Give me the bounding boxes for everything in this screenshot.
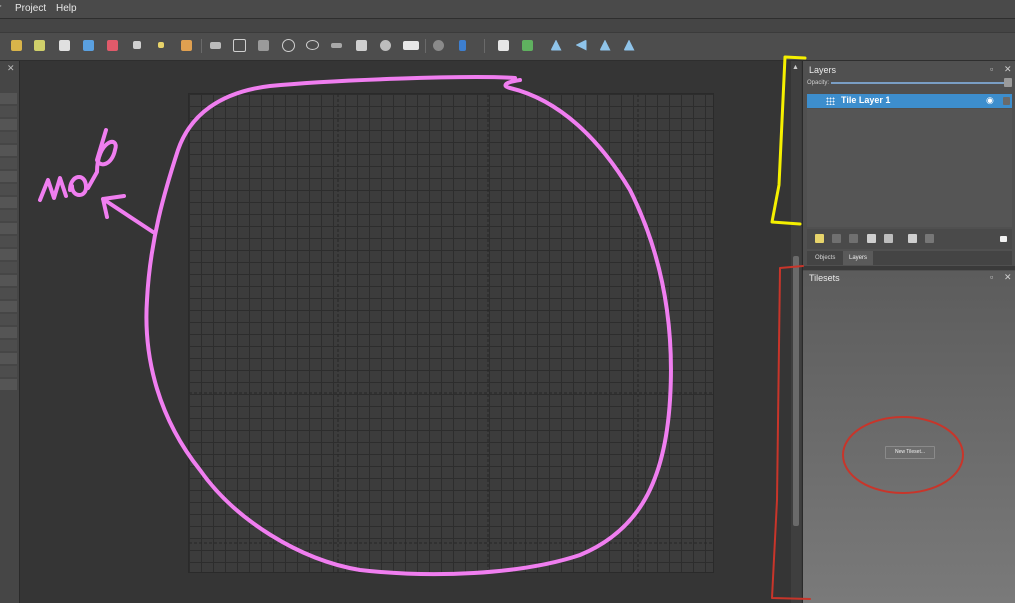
dock-splitter[interactable]: [803, 266, 1015, 270]
flip-vertical-icon[interactable]: [574, 38, 588, 52]
rect-select-icon[interactable]: [130, 38, 144, 52]
duplicate-layer-icon[interactable]: [867, 234, 876, 243]
tab-layers[interactable]: Layers: [843, 251, 874, 265]
layer-menu-icon[interactable]: [1000, 236, 1007, 242]
chunk-boundaries: [189, 94, 713, 572]
list-item[interactable]: [0, 262, 17, 273]
insert-shape-icon[interactable]: [256, 38, 270, 52]
raise-layer-icon[interactable]: [832, 234, 841, 243]
opacity-label: Opacity:: [807, 80, 830, 86]
toolbar-separator: [484, 39, 485, 53]
float-icon[interactable]: ▫: [990, 272, 993, 282]
list-item[interactable]: [0, 314, 17, 325]
lock-layer-icon[interactable]: [925, 234, 934, 243]
list-item[interactable]: [0, 119, 17, 130]
rotate-right-icon[interactable]: [622, 38, 636, 52]
wang-icon[interactable]: [520, 38, 534, 52]
list-item[interactable]: [0, 158, 17, 169]
list-item[interactable]: [0, 106, 17, 117]
new-tileset-button[interactable]: New Tileset...: [885, 446, 935, 459]
remove-layer-icon[interactable]: [884, 234, 893, 243]
list-item[interactable]: [0, 132, 17, 143]
menu-bar: r Project Help: [0, 0, 1015, 19]
list-item[interactable]: [0, 184, 17, 195]
list-item[interactable]: [0, 340, 17, 351]
lower-layer-icon[interactable]: [849, 234, 858, 243]
layers-list-empty-area: [807, 109, 1012, 227]
map-grid[interactable]: [188, 93, 714, 573]
stamp-brush-icon[interactable]: [9, 38, 23, 52]
random-mode-icon[interactable]: [496, 38, 510, 52]
list-item[interactable]: [0, 223, 17, 234]
close-icon[interactable]: ✕: [1004, 64, 1012, 75]
list-item[interactable]: [0, 366, 17, 377]
menu-partial[interactable]: r: [0, 3, 1, 14]
map-vertical-scrollbar[interactable]: ▲: [791, 61, 801, 603]
right-dock: Layers ▫ ✕ Opacity: Tile Layer 1 ◉ Objec…: [802, 61, 1015, 603]
insert-rectangle-icon[interactable]: [208, 38, 222, 52]
scrollbar-thumb[interactable]: [793, 256, 799, 526]
insert-polygon-icon[interactable]: [232, 38, 246, 52]
flip-horizontal-icon[interactable]: [549, 38, 563, 52]
tool-toolbar: [0, 33, 1015, 61]
insert-tile-icon[interactable]: [354, 38, 368, 52]
rotate-left-icon[interactable]: [598, 38, 612, 52]
menu-help[interactable]: Help: [56, 3, 77, 14]
menu-project[interactable]: Project: [15, 3, 46, 14]
toolbar-strip: [0, 19, 1015, 32]
dock-tabs: Objects Layers: [807, 251, 1012, 265]
scroll-up-icon[interactable]: ▲: [792, 64, 799, 71]
layers-panel-title: Layers: [809, 65, 837, 75]
list-item[interactable]: [0, 353, 17, 364]
tile-layer-icon: [826, 97, 835, 105]
list-item[interactable]: [0, 210, 17, 221]
insert-template-icon[interactable]: [378, 38, 392, 52]
insert-point-icon[interactable]: [281, 38, 295, 52]
toolbar-separator: [425, 39, 426, 53]
close-icon[interactable]: ✕: [1004, 272, 1012, 283]
close-icon[interactable]: ✕: [7, 63, 15, 74]
insert-ellipse-icon[interactable]: [305, 38, 319, 52]
list-item[interactable]: [0, 288, 17, 299]
layer-tools-bar: [807, 229, 1012, 249]
float-icon[interactable]: ▫: [990, 64, 993, 74]
visibility-eye-icon[interactable]: ◉: [986, 95, 994, 106]
magic-wand-icon[interactable]: [154, 38, 168, 52]
layer-name: Tile Layer 1: [841, 95, 891, 105]
tilesets-panel-body: [803, 271, 1015, 603]
list-item[interactable]: [0, 301, 17, 312]
list-item[interactable]: [0, 236, 17, 247]
tilesets-panel-title: Tilesets: [809, 273, 840, 283]
insert-polyline-icon[interactable]: [329, 38, 343, 52]
lock-icon[interactable]: [1003, 97, 1010, 105]
list-item[interactable]: [0, 249, 17, 260]
list-item[interactable]: [0, 327, 17, 338]
list-item[interactable]: [0, 275, 17, 286]
insert-text-icon[interactable]: [402, 38, 420, 52]
toolbar-separator: [201, 39, 202, 53]
opacity-slider-track[interactable]: [831, 82, 1009, 84]
new-layer-icon[interactable]: [815, 234, 824, 243]
terrain-brush-icon[interactable]: [32, 38, 46, 52]
list-item[interactable]: [0, 171, 17, 182]
bucket-fill-icon[interactable]: [57, 38, 71, 52]
shape-fill-icon[interactable]: [455, 38, 469, 52]
rectangle-select-icon[interactable]: [81, 38, 95, 52]
left-dock-panel: ✕: [0, 61, 20, 603]
list-item[interactable]: [0, 379, 17, 390]
list-item[interactable]: [0, 197, 17, 208]
layer-row-tile-layer-1[interactable]: Tile Layer 1 ◉: [807, 94, 1012, 108]
list-item[interactable]: [0, 93, 17, 104]
show-hide-other-layers-icon[interactable]: [908, 234, 917, 243]
list-item[interactable]: [0, 145, 17, 156]
world-icon[interactable]: [431, 38, 445, 52]
opacity-slider-handle[interactable]: [1004, 78, 1012, 87]
tab-objects[interactable]: Objects: [809, 251, 841, 265]
eraser-icon[interactable]: [105, 38, 119, 52]
select-same-tile-icon[interactable]: [179, 38, 193, 52]
